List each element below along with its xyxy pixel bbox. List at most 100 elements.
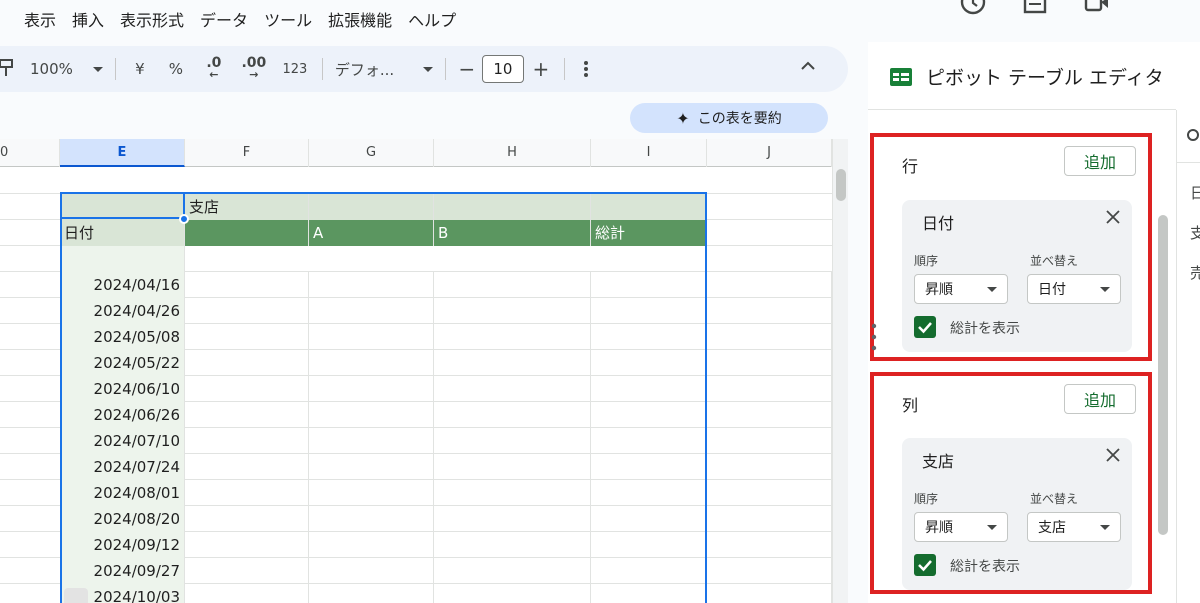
value-cell[interactable] bbox=[591, 558, 707, 584]
value-cell[interactable] bbox=[309, 480, 434, 506]
menu-view[interactable]: 表示 bbox=[16, 0, 64, 42]
value-cell[interactable] bbox=[707, 480, 832, 506]
value-cell[interactable] bbox=[185, 584, 309, 603]
sort-by-select[interactable]: 日付 bbox=[1027, 274, 1121, 304]
date-cell[interactable]: 2024/07/10 bbox=[60, 428, 185, 454]
pivot-column-field-label[interactable]: 支店 bbox=[185, 194, 309, 220]
value-cell[interactable] bbox=[185, 298, 309, 324]
value-cell[interactable] bbox=[707, 428, 832, 454]
field-list-item[interactable]: 売 bbox=[1190, 262, 1200, 283]
value-cell[interactable] bbox=[591, 298, 707, 324]
more-options-button[interactable] bbox=[571, 53, 601, 85]
history-icon[interactable] bbox=[960, 0, 986, 18]
field-list-item[interactable]: 日 bbox=[1190, 182, 1200, 203]
scrollbar-thumb[interactable] bbox=[836, 169, 846, 201]
pivot-column-header-a[interactable]: A bbox=[309, 220, 434, 246]
value-cell[interactable] bbox=[309, 558, 434, 584]
value-cell[interactable] bbox=[185, 480, 309, 506]
value-cell[interactable] bbox=[309, 324, 434, 350]
date-cell[interactable]: 2024/04/26 bbox=[60, 298, 185, 324]
value-cell[interactable] bbox=[434, 428, 591, 454]
value-cell[interactable] bbox=[434, 584, 591, 603]
value-cell[interactable] bbox=[434, 376, 591, 402]
date-cell[interactable]: 2024/04/16 bbox=[60, 272, 185, 298]
value-cell[interactable] bbox=[434, 350, 591, 376]
value-cell[interactable] bbox=[591, 272, 707, 298]
font-size-decrease-button[interactable]: − bbox=[452, 53, 482, 85]
value-cell[interactable] bbox=[591, 324, 707, 350]
date-cell[interactable]: 2024/07/24 bbox=[60, 454, 185, 480]
paint-format-icon[interactable] bbox=[0, 58, 14, 80]
value-cell[interactable] bbox=[591, 584, 707, 603]
pivot-column-header-total[interactable]: 総計 bbox=[591, 220, 707, 246]
date-cell[interactable]: 2024/05/08 bbox=[60, 324, 185, 350]
value-cell[interactable] bbox=[309, 298, 434, 324]
column-header-e[interactable]: E bbox=[60, 139, 185, 167]
sort-by-select[interactable]: 支店 bbox=[1027, 512, 1121, 542]
column-header-h[interactable]: H bbox=[434, 139, 591, 167]
value-cell[interactable] bbox=[707, 298, 832, 324]
columns-add-button[interactable]: 追加 bbox=[1064, 384, 1136, 414]
edit-pencil-icon[interactable] bbox=[64, 588, 88, 603]
font-size-input[interactable]: 10 bbox=[481, 55, 524, 83]
value-cell[interactable] bbox=[434, 272, 591, 298]
value-cell[interactable] bbox=[707, 532, 832, 558]
value-cell[interactable] bbox=[591, 480, 707, 506]
date-cell[interactable]: 2024/08/20 bbox=[60, 506, 185, 532]
value-cell[interactable] bbox=[185, 272, 309, 298]
value-cell[interactable] bbox=[185, 506, 309, 532]
date-cell[interactable]: 2024/09/27 bbox=[60, 558, 185, 584]
value-cell[interactable] bbox=[434, 558, 591, 584]
currency-format-button[interactable]: ¥ bbox=[122, 53, 158, 85]
increase-decimal-button[interactable]: .00 → bbox=[234, 53, 274, 85]
value-cell[interactable] bbox=[309, 506, 434, 532]
date-cell[interactable]: 2024/08/01 bbox=[60, 480, 185, 506]
pivot-column-header-b[interactable]: B bbox=[434, 220, 591, 246]
drag-handle-icon[interactable] bbox=[871, 322, 877, 352]
date-cell[interactable]: 2024/06/26 bbox=[60, 402, 185, 428]
pivot-header-cell[interactable] bbox=[434, 194, 591, 220]
decrease-decimal-button[interactable]: .0 ← bbox=[194, 53, 234, 85]
zoom-select[interactable]: 100% bbox=[0, 53, 109, 85]
pivot-row-field-label[interactable]: 日付 bbox=[60, 220, 185, 246]
value-cell[interactable] bbox=[434, 454, 591, 480]
menu-insert[interactable]: 挿入 bbox=[64, 0, 112, 42]
value-cell[interactable] bbox=[185, 376, 309, 402]
percent-format-button[interactable]: % bbox=[158, 53, 194, 85]
value-cell[interactable] bbox=[707, 558, 832, 584]
panel-scrollbar-thumb[interactable] bbox=[1158, 215, 1168, 535]
menu-extensions[interactable]: 拡張機能 bbox=[320, 0, 400, 42]
value-cell[interactable] bbox=[309, 376, 434, 402]
comment-icon[interactable] bbox=[1022, 0, 1048, 18]
date-cell[interactable] bbox=[60, 246, 185, 272]
value-cell[interactable] bbox=[591, 350, 707, 376]
value-cell[interactable] bbox=[185, 454, 309, 480]
date-cell[interactable]: 2024/05/22 bbox=[60, 350, 185, 376]
value-cell[interactable] bbox=[707, 272, 832, 298]
collapse-toolbar-button[interactable] bbox=[800, 58, 816, 78]
value-cell[interactable] bbox=[309, 584, 434, 603]
video-call-icon[interactable] bbox=[1084, 0, 1110, 18]
value-cell[interactable] bbox=[707, 376, 832, 402]
value-cell[interactable] bbox=[185, 402, 309, 428]
pivot-header-cell[interactable] bbox=[591, 194, 707, 220]
value-cell[interactable] bbox=[591, 402, 707, 428]
column-header-j[interactable]: J bbox=[707, 139, 832, 167]
value-cell[interactable] bbox=[309, 350, 434, 376]
rows-add-button[interactable]: 追加 bbox=[1064, 146, 1136, 176]
column-header-i[interactable]: I bbox=[591, 139, 707, 167]
value-cell[interactable] bbox=[309, 272, 434, 298]
value-cell[interactable] bbox=[309, 402, 434, 428]
value-cell[interactable] bbox=[185, 558, 309, 584]
value-cell[interactable] bbox=[434, 506, 591, 532]
value-cell[interactable] bbox=[591, 428, 707, 454]
date-cell[interactable]: 2024/09/12 bbox=[60, 532, 185, 558]
show-totals-checkbox[interactable] bbox=[914, 554, 936, 576]
value-cell[interactable] bbox=[591, 532, 707, 558]
sheet-grid[interactable]: 0 E F G H I J 支店 日付 A B 総計 2024/04/16 20… bbox=[0, 139, 832, 603]
pivot-corner-cell[interactable] bbox=[60, 194, 185, 220]
pivot-header-cell[interactable] bbox=[309, 194, 434, 220]
menu-help[interactable]: ヘルプ bbox=[400, 0, 464, 42]
value-cell[interactable] bbox=[434, 324, 591, 350]
summarize-table-chip[interactable]: ✦ この表を要約 bbox=[630, 103, 828, 133]
